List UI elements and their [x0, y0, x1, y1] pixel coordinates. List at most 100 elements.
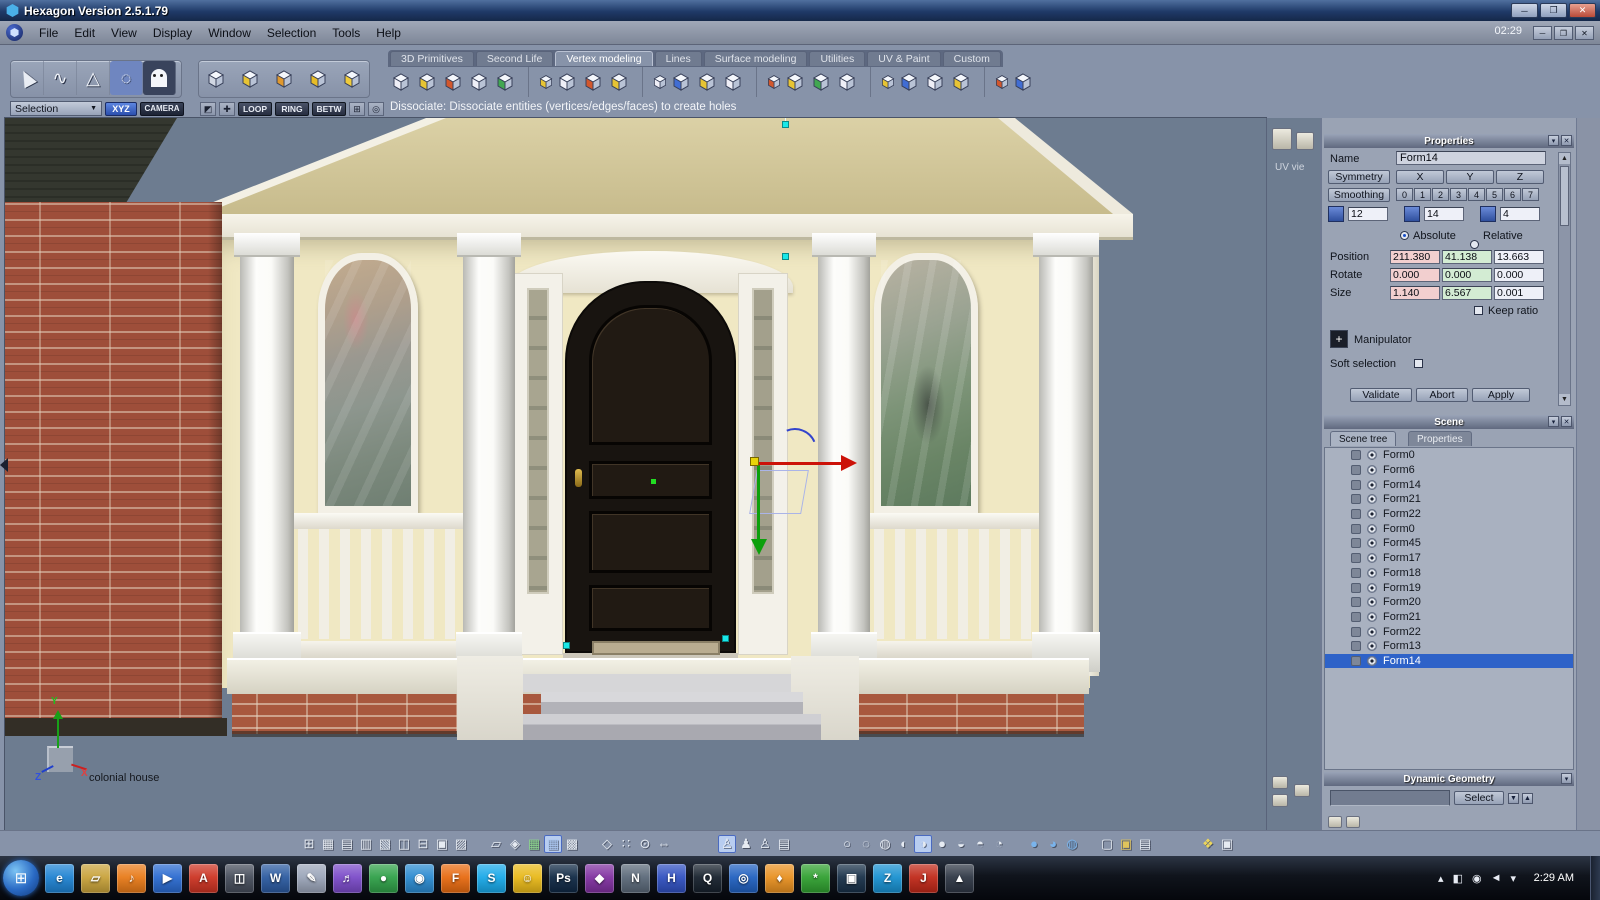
tray-volume[interactable]: ◄: [1491, 872, 1502, 884]
size-y-field[interactable]: 6.567: [1442, 286, 1492, 300]
smoothing-level-button[interactable]: 5: [1486, 188, 1503, 201]
scene-collapse-button[interactable]: ▾: [1548, 416, 1559, 427]
size-x-field[interactable]: 1.140: [1390, 286, 1440, 300]
app-green-dot[interactable]: ●: [369, 864, 398, 893]
dynamic-select-button[interactable]: Select: [1454, 791, 1504, 805]
plus-mini-button[interactable]: ✚: [219, 102, 235, 116]
average-weld-tool[interactable]: [414, 67, 440, 97]
validate-button[interactable]: Validate: [1350, 388, 1412, 402]
lock-icon[interactable]: [1351, 656, 1361, 666]
visibility-icon[interactable]: [1367, 597, 1377, 607]
menu-item[interactable]: Help: [368, 26, 409, 40]
snapshot-tool[interactable]: ▣: [1218, 835, 1236, 853]
lock-icon[interactable]: [1351, 597, 1361, 607]
scene-tree-item[interactable]: Form22: [1325, 507, 1573, 522]
rotate-x-field[interactable]: 0.000: [1390, 268, 1440, 282]
polygon-select-tool[interactable]: △: [77, 61, 110, 95]
taper-tool[interactable]: [922, 67, 948, 97]
show-desktop-button[interactable]: [1590, 856, 1600, 900]
collapsed-panel-tile[interactable]: [1272, 794, 1288, 807]
smoothing-range-field[interactable]: 12: [1348, 207, 1388, 221]
edge-tool[interactable]: [554, 67, 580, 97]
magnet-tool[interactable]: [870, 67, 896, 97]
zoom-tool[interactable]: ⊙: [636, 835, 654, 853]
camera-toggle[interactable]: CAMERA: [140, 102, 184, 116]
tab-custom[interactable]: Custom: [943, 51, 1001, 66]
visibility-icon[interactable]: [1367, 538, 1377, 548]
box-display-3[interactable]: ▤: [1136, 835, 1154, 853]
lock-icon[interactable]: [1351, 465, 1361, 475]
doc-maximize-button[interactable]: ❐: [1554, 26, 1573, 40]
ring-button[interactable]: RING: [275, 102, 309, 116]
scroll-down-button[interactable]: ▼: [1559, 394, 1570, 405]
app-orange-diamond[interactable]: ♦: [765, 864, 794, 893]
left-panel-collapse-arrow[interactable]: [0, 458, 8, 472]
app-zoom-blue[interactable]: Z: [873, 864, 902, 893]
fit-view-tool[interactable]: ◇: [598, 835, 616, 853]
triangulate-tool[interactable]: [834, 67, 860, 97]
lock-icon[interactable]: [1351, 480, 1361, 490]
smoothing-range-icon[interactable]: [1480, 206, 1496, 222]
loop-button[interactable]: LOOP: [238, 102, 272, 116]
properties-scrollbar[interactable]: ▲ ▼: [1558, 152, 1571, 406]
menu-item[interactable]: View: [103, 26, 145, 40]
tray-display[interactable]: ◧: [1453, 872, 1463, 885]
dynamic-geometry-field[interactable]: [1330, 790, 1450, 806]
menu-item[interactable]: Window: [200, 26, 259, 40]
lock-icon[interactable]: [1351, 641, 1361, 651]
symmetry-button[interactable]: Symmetry: [1328, 170, 1390, 184]
uv-edit-tool[interactable]: ▱: [487, 835, 505, 853]
app-green-star[interactable]: *: [801, 864, 830, 893]
material-ball-2[interactable]: ◕: [1044, 835, 1062, 853]
lock-icon[interactable]: [1351, 524, 1361, 534]
menu-item[interactable]: File: [31, 26, 66, 40]
smoothing-level-button[interactable]: 7: [1522, 188, 1539, 201]
app-word[interactable]: W: [261, 864, 290, 893]
material-ball-3[interactable]: ◍: [1063, 835, 1081, 853]
grid-view-4[interactable]: ▥: [357, 835, 375, 853]
grid-view-7[interactable]: ⊟: [414, 835, 432, 853]
y-axis-arrowhead[interactable]: [751, 539, 767, 555]
dynamic-up-button[interactable]: ▲: [1522, 793, 1533, 804]
scene-tree-item[interactable]: Form45: [1325, 536, 1573, 551]
smoothing-level-button[interactable]: 3: [1450, 188, 1467, 201]
start-button[interactable]: ⊞: [3, 860, 39, 896]
rotate-y-field[interactable]: 0.000: [1442, 268, 1492, 282]
lock-icon[interactable]: [1351, 583, 1361, 593]
y-axis-handle[interactable]: [757, 465, 760, 539]
grid-view-1[interactable]: ⊞: [300, 835, 318, 853]
smoothing-range-icon[interactable]: [1404, 206, 1420, 222]
tab-scene-tree[interactable]: Scene tree: [1330, 431, 1396, 446]
curve-select-tool[interactable]: ∿: [44, 61, 77, 95]
between-button[interactable]: BETW: [312, 102, 346, 116]
grid-view-8[interactable]: ▣: [433, 835, 451, 853]
visibility-icon[interactable]: [1367, 524, 1377, 534]
tessellate-tool[interactable]: [606, 67, 632, 97]
visibility-icon[interactable]: [1367, 627, 1377, 637]
hatch-mini-button[interactable]: ◩: [200, 102, 216, 116]
viewport[interactable]: Orthographic view: [5, 118, 1266, 830]
absolute-radio[interactable]: [1400, 231, 1409, 240]
smoothing-range-icon[interactable]: [1328, 206, 1344, 222]
app-notepad[interactable]: N: [621, 864, 650, 893]
visibility-icon[interactable]: [1367, 509, 1377, 519]
close-button[interactable]: ✕: [1569, 3, 1596, 18]
shade-textured[interactable]: ◑: [914, 835, 932, 853]
dynamic-geometry-header[interactable]: Dynamic Geometry: [1324, 772, 1574, 786]
app-skype[interactable]: S: [477, 864, 506, 893]
position-z-field[interactable]: 13.663: [1494, 250, 1544, 264]
shade-flat[interactable]: ◍: [876, 835, 894, 853]
grid-view-9[interactable]: ▨: [452, 835, 470, 853]
tray-network[interactable]: ◉: [1472, 872, 1482, 885]
paint-tool-icon[interactable]: [1272, 128, 1292, 150]
app-messenger[interactable]: ☺: [513, 864, 542, 893]
maximize-button[interactable]: ❐: [1540, 3, 1567, 18]
select-all-mode[interactable]: [336, 62, 368, 96]
app-player-blue[interactable]: ▶: [153, 864, 182, 893]
lock-icon[interactable]: [1351, 568, 1361, 578]
render-tool[interactable]: ❖: [1199, 835, 1217, 853]
tab-utilities[interactable]: Utilities: [809, 51, 865, 66]
visibility-icon[interactable]: [1367, 480, 1377, 490]
avatar-tool-3[interactable]: ♙: [756, 835, 774, 853]
scene-tree-item[interactable]: Form20: [1325, 595, 1573, 610]
